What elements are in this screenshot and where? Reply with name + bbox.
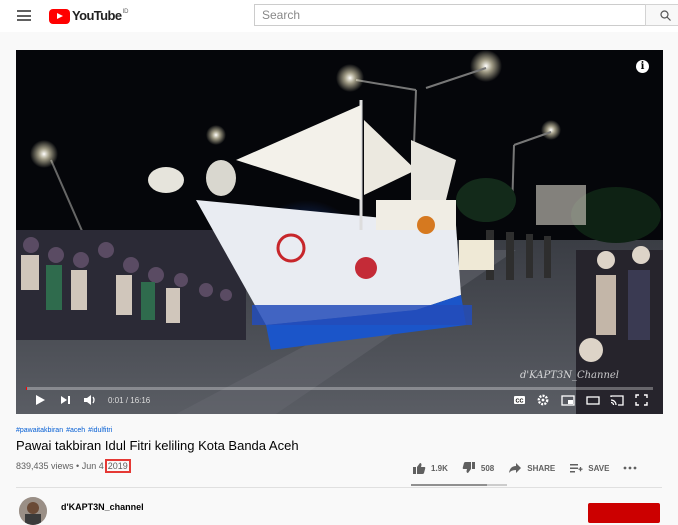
logo-text: YouTube (72, 8, 122, 23)
dislike-count: 508 (480, 463, 495, 473)
hashtag-link[interactable]: #idulfitri (88, 427, 112, 434)
cast-icon[interactable] (610, 394, 624, 406)
search-input[interactable] (255, 5, 645, 25)
theater-mode-icon[interactable] (586, 394, 600, 406)
add-to-playlist-icon (570, 464, 583, 473)
sentiment-fill (411, 484, 487, 486)
youtube-logo[interactable]: YouTube ID (49, 8, 128, 24)
hashtag-link[interactable]: #aceh (66, 427, 85, 434)
more-actions-button[interactable] (623, 466, 642, 470)
time-display: 0:01 / 16:16 (108, 396, 151, 405)
search-icon (660, 10, 671, 21)
share-label: SHARE (527, 463, 556, 473)
action-bar: 1.9K 508 SHARE SAVE (412, 460, 642, 476)
youtube-play-icon (49, 9, 70, 24)
miniplayer-icon[interactable] (561, 394, 575, 406)
save-label: SAVE (588, 463, 610, 473)
next-icon[interactable] (60, 394, 71, 406)
views-date: 839,435 views • Jun 4 (16, 461, 104, 471)
thumbs-down-icon (462, 462, 475, 473)
upload-year: 2019 (104, 459, 131, 473)
menu-icon[interactable] (17, 10, 31, 21)
settings-icon[interactable] (537, 394, 549, 406)
player-controls: 0:01 / 16:16 CC (16, 390, 663, 414)
volume-icon[interactable] (83, 394, 97, 406)
dislike-button[interactable]: 508 (462, 462, 494, 474)
thumbs-up-icon (413, 463, 426, 474)
video-meta: 839,435 views • Jun 4 2019 (16, 459, 131, 473)
more-icon (624, 466, 637, 470)
like-button[interactable]: 1.9K (412, 462, 448, 474)
divider (16, 487, 662, 488)
avatar-image (19, 497, 47, 525)
channel-name[interactable]: d'KAPT3N_channel (61, 502, 144, 512)
fullscreen-icon[interactable] (635, 394, 648, 406)
subscribe-button[interactable] (588, 503, 660, 523)
captions-icon[interactable]: CC (513, 394, 526, 406)
search-box[interactable] (254, 4, 646, 26)
video-title: Pawai takbiran Idul Fitri keliling Kota … (16, 438, 299, 453)
info-icon[interactable]: i (636, 60, 649, 73)
share-button[interactable]: SHARE (508, 462, 555, 474)
top-bar: YouTube ID (0, 0, 678, 32)
save-button[interactable]: SAVE (569, 462, 609, 474)
video-player[interactable]: i d'KAPT3N_Channel 0:01 / 16:16 CC (16, 50, 663, 414)
hashtag-link[interactable]: #pawaitakbiran (16, 427, 63, 434)
video-frame (16, 50, 663, 414)
sentiment-bar (411, 484, 507, 486)
logo-country: ID (122, 9, 129, 15)
share-icon (509, 463, 522, 473)
channel-avatar[interactable] (19, 497, 47, 525)
hashtags: #pawaitakbiran #aceh #idulfitri (16, 427, 115, 434)
like-count: 1.9K (431, 463, 448, 473)
search-button[interactable] (645, 4, 678, 26)
play-icon[interactable] (35, 394, 46, 406)
channel-watermark: d'KAPT3N_Channel (520, 370, 619, 381)
svg-text:CC: CC (516, 399, 524, 405)
